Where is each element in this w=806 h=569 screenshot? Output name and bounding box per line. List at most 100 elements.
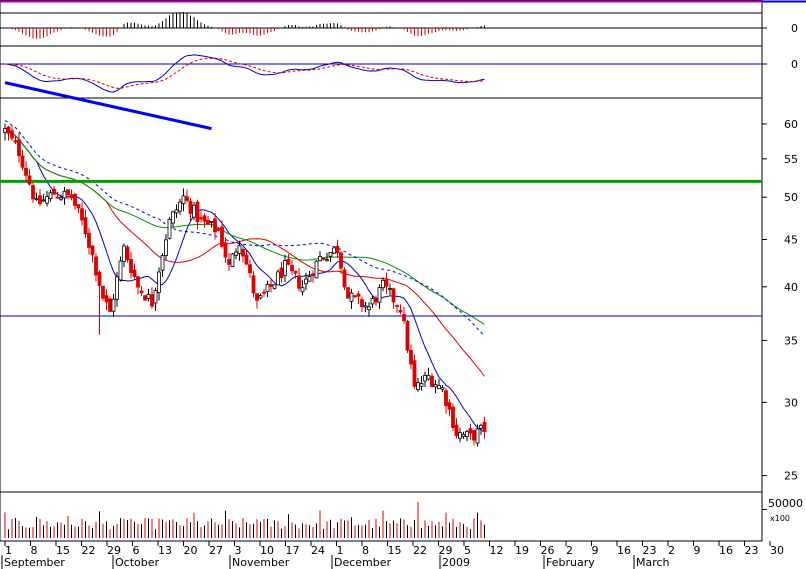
candle-body [188,200,193,214]
price-panel [0,81,762,447]
candle-body [94,256,98,276]
candle-body [41,199,46,202]
candle-body [146,294,151,299]
candle-body [458,432,462,439]
candle-body [377,287,382,303]
candle-body [13,140,18,143]
x-tick-label: 30 [770,544,784,557]
candle-body [213,218,217,233]
candle-body [402,314,406,322]
candle-body [111,298,116,312]
candle-body [426,374,431,380]
candle-body [45,196,49,204]
candle-body [416,382,420,390]
volume-panel [4,502,485,538]
candle-body [192,204,196,218]
candle-body [216,228,221,231]
candle-body [332,247,336,254]
candle-body [80,208,84,221]
month-label: 2009 [442,556,470,569]
candle-body [87,232,91,248]
candle-body [465,430,469,437]
x-tick-label: 24 [311,544,325,557]
candle-body [164,239,168,256]
candle-body [314,260,319,279]
x-tick-label: 20 [184,544,198,557]
candle-body [153,290,158,304]
candle-body [300,287,305,293]
candle-body [262,291,266,294]
candle-body [265,284,270,293]
candle-body [76,204,81,209]
candle-body [90,245,95,256]
price-tick-label: 45 [784,233,798,246]
candle-body [290,265,294,272]
candle-body [202,215,207,222]
candle-body [230,253,235,267]
candle-body [6,126,11,134]
candle-body [367,306,371,311]
candle-body [304,278,308,285]
candle-body [437,385,441,389]
candle-body [318,256,322,262]
stock-chart: 0 0 50000 x100 25303540455055601 8 15 22 29 6… [0,0,806,569]
candle-body [122,245,126,262]
candle-body [279,267,284,279]
candle-body [430,375,434,388]
candle-body [423,375,427,382]
candle-body [381,279,385,289]
candle-body [412,360,417,387]
ma-long-line [4,128,485,325]
volume-tick-label: 50000 [768,497,803,510]
candle-body [227,259,231,265]
candle-body [444,390,448,407]
price-tick-label: 50 [784,191,798,204]
candle-body [101,285,105,299]
candle-body [52,188,56,195]
candle-body [335,245,340,254]
candle-body [405,320,410,351]
candle-body [346,287,350,299]
macd-histogram-panel [0,12,762,39]
candle-body [360,299,364,308]
x-tick-label: 16 [617,544,631,557]
candle-body [468,428,473,434]
x-tick-label: 13 [158,544,172,557]
candle-body [391,288,396,303]
candle-body [433,384,438,388]
candle-body [209,221,214,223]
candle-body [3,128,7,133]
candle-body [181,195,186,205]
candle-body [241,248,245,257]
candle-body [237,245,242,254]
candle-body [55,196,60,199]
candle-body [118,260,123,281]
candle-body [185,196,189,201]
candle-body [69,194,74,199]
candle-body [353,295,357,298]
candle-body [167,218,172,239]
candle-body [83,217,88,235]
candle-body [472,430,476,441]
candle-body [220,226,224,247]
candle-body [31,185,35,200]
candle-body [272,284,277,289]
candle-body [34,198,39,201]
candle-body [384,279,389,287]
month-label: November [232,556,290,569]
candle-body [349,292,354,302]
ma-short-line [4,128,485,433]
month-label: December [334,556,392,569]
candle-body [286,258,291,265]
candle-body [293,270,298,274]
macd-zero-label: 0 [791,58,798,71]
candle-body [269,284,273,287]
candle-body [66,189,70,196]
candle-body [223,243,228,258]
candle-body [276,271,280,286]
candle-body [297,275,301,289]
x-tick-label: 19 [515,544,529,557]
candle-body [104,295,109,303]
candle-body [440,387,445,390]
candle-body [139,290,144,294]
